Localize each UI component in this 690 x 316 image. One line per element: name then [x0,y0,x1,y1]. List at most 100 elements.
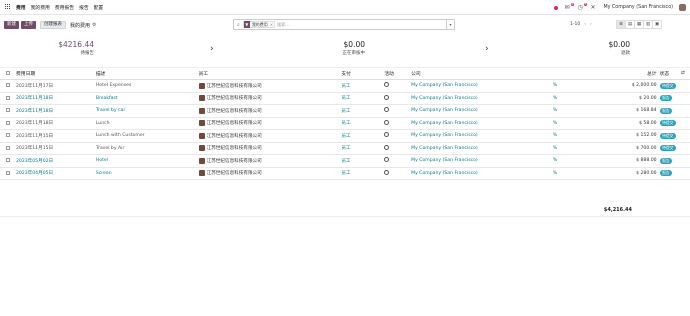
company-switcher[interactable]: My Company (San Francisco) [603,5,673,10]
row-employee: 江苏世纪信息科技有限公司 [206,158,262,164]
employee-avatar [198,120,205,127]
search-bar[interactable]: ⌕ ▼ 我的费用 × 搜索... ▾ [233,19,455,30]
row-checkbox[interactable] [6,120,10,125]
row-checkbox[interactable] [6,83,10,87]
row-tax-percent: % [552,117,631,130]
row-employee: 江苏世纪信息科技有限公司 [206,133,262,139]
row-checkbox[interactable] [6,133,10,137]
status-badge: 待提交 [659,132,676,139]
menu-reporting[interactable]: 报告 [79,4,89,11]
column-company[interactable]: 公司 [411,67,553,80]
pager-prev-icon[interactable]: ‹ [584,22,586,27]
row-checkbox[interactable] [6,158,10,162]
row-company: My Company (San Francisco) [411,142,553,155]
column-status[interactable]: 状态 [656,67,676,80]
top-navbar: 费用 我的费用 费用报告 报告 配置 ✉ 4 ◷ 5 ✕ My Company (S… [0,0,690,15]
row-checkbox[interactable] [6,170,10,175]
status-badge: 报告 [659,95,673,102]
row-tax-percent: % [552,167,631,180]
activity-clock-icon[interactable] [384,119,390,125]
row-tax-percent: % [552,129,631,143]
messages-icon[interactable]: ✉ 4 [564,2,575,11]
chevron-right-icon: › [210,44,214,54]
table-row[interactable]: 2023年11月18日 Lunch 江苏世纪信息科技有限公司 员工 My Company… [0,117,690,130]
activity-clock-icon[interactable] [384,107,390,113]
app-menu-icon[interactable] [5,4,11,10]
row-description: Hotel [95,154,199,168]
row-tax-percent: % [552,104,631,118]
activity-clock-icon[interactable] [384,132,390,138]
chevron-right-icon: › [485,44,489,54]
menu-expenses[interactable]: 费用 [16,4,26,11]
column-total[interactable]: 总计 [630,67,657,80]
select-all-checkbox[interactable] [6,70,10,75]
new-button[interactable]: 新建 [4,21,19,29]
activity-clock-icon[interactable] [384,82,390,88]
status-badge: 报告 [659,107,673,114]
row-checkbox[interactable] [6,95,10,100]
column-date[interactable]: 费用日期 [15,67,96,80]
row-checkbox[interactable] [6,145,10,150]
row-total: $ 152.00 [630,129,657,143]
user-avatar[interactable] [679,4,686,11]
row-date: 2023年05月02日 [15,154,96,168]
row-description: Travel by Air [95,142,199,155]
column-description[interactable]: 描述 [95,67,199,80]
table-header-row: 费用日期 描述 员工 支付 活动 公司 总计 状态 ⇄ [0,67,690,80]
create-report-button[interactable]: 创建报表 [40,21,66,29]
row-company: My Company (San Francisco) [411,129,553,143]
row-total: $ 58.00 [630,117,657,130]
summary-under-validation[interactable]: $0.00 正在审核中 [330,40,366,56]
row-checkbox[interactable] [6,108,10,112]
row-date: 2023年11月15日 [15,142,96,155]
row-date: 2023年11月15日 [15,129,96,143]
activity-view-icon[interactable]: ▣ [652,20,662,29]
employee-avatar [198,82,205,89]
column-employee[interactable]: 员工 [198,67,342,80]
table-row[interactable]: 2023年04月05日 Screen 江苏世纪信息科技有限公司 员工 My Compan… [0,167,690,180]
gear-icon[interactable]: ⚙ [92,22,96,28]
grand-total: $4,216.44 [603,207,632,213]
table-row[interactable]: 2023年11月15日 Travel by Air 江苏世纪信息科技有限公司 员工 My… [0,142,690,155]
row-total: $ 280.00 [630,167,657,180]
summary-refunded[interactable]: $0.00 退款 [600,40,630,56]
activity-clock-icon[interactable] [384,144,390,150]
tools-icon[interactable]: ✕ [590,4,597,11]
column-activity[interactable]: 活动 [384,67,412,80]
activity-clock-icon[interactable] [384,169,390,175]
remove-facet-icon[interactable]: × [270,22,274,27]
employee-avatar [198,157,205,164]
menu-configuration[interactable]: 配置 [94,4,104,11]
row-company: My Company (San Francisco) [411,154,553,168]
row-company: My Company (San Francisco) [411,92,553,105]
upload-button[interactable]: 上传 [21,21,36,29]
table-row[interactable]: 2023年05月02日 Hotel 江苏世纪信息科技有限公司 员工 My Company… [0,154,690,168]
pager-next-icon[interactable]: › [590,22,592,27]
menu-my-expenses[interactable]: 我的费用 [31,4,50,11]
table-row[interactable]: 2023年11月17日 Hotel Expenses 江苏世纪信息科技有限公司 员工 M… [0,79,690,93]
status-badge: 待提交 [659,82,676,89]
search-facet[interactable]: ▼ 我的费用 × [242,21,276,28]
summary-to-report[interactable]: $4216.44 待报告 [48,40,94,56]
activity-clock-icon[interactable]: ◷ 5 [577,2,588,11]
row-total: $ 888.00 [630,154,657,168]
expense-table: 费用日期 描述 员工 支付 活动 公司 总计 状态 ⇄ 2023年11月17日 H… [0,67,690,180]
table-row[interactable]: 2023年11月18日 Breakfast 江苏世纪信息科技有限公司 员工 My Com… [0,92,690,105]
optional-columns-icon[interactable]: ⇄ [675,67,690,80]
activity-clock-icon[interactable] [384,157,390,163]
search-options-toggle-icon[interactable]: ▾ [446,20,454,29]
search-icon: ⌕ [237,21,240,28]
menu-expense-reports[interactable]: 费用报告 [55,4,74,11]
pager[interactable]: 1-10 ‹ › [570,22,592,27]
row-date: 2023年11月17日 [15,79,96,93]
activity-clock-icon[interactable] [384,94,390,100]
employee-avatar [198,107,205,114]
column-paid-by[interactable]: 支付 [341,67,385,80]
row-date: 2023年11月18日 [15,92,96,105]
table-row[interactable]: 2023年11月15日 Lunch with Customer 江苏世纪信息科技有限… [0,129,690,143]
table-row[interactable]: 2023年11月18日 Travel by car 江苏世纪信息科技有限公司 员工 My… [0,104,690,118]
row-tax-percent: % [552,79,631,93]
search-input[interactable]: 搜索... [277,22,289,28]
status-badge: 报告 [659,170,673,177]
row-company: My Company (San Francisco) [411,117,553,130]
